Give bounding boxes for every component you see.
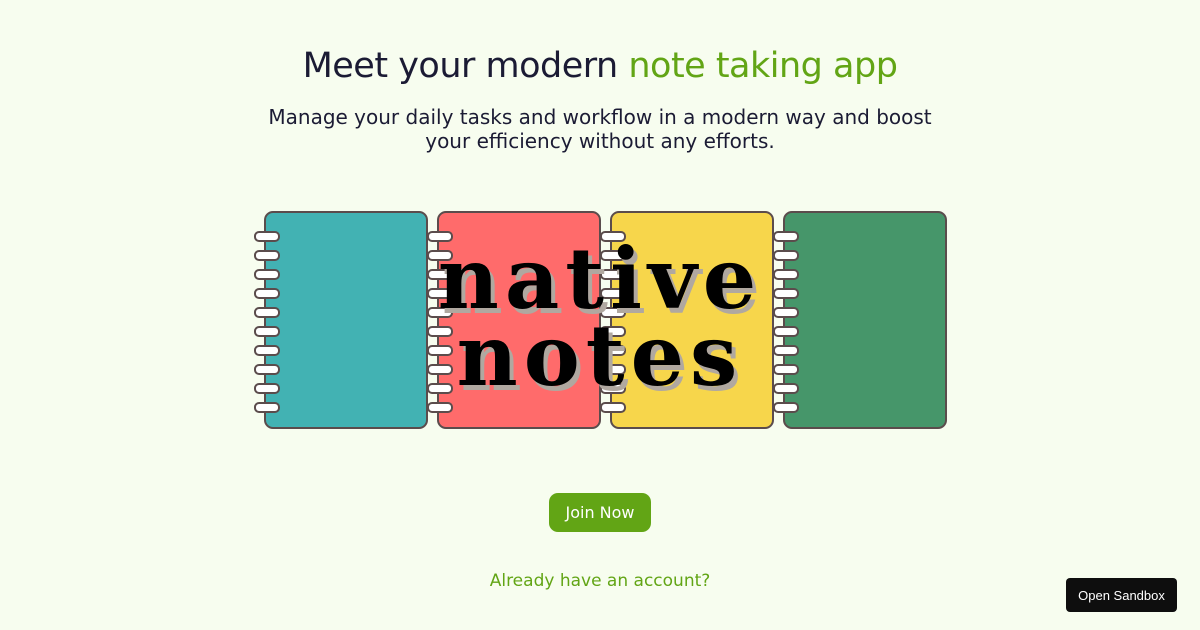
hero-title: Meet your modern note taking app [0, 46, 1200, 86]
hero-subtitle: Manage your daily tasks and workflow in … [268, 105, 932, 153]
login-link[interactable]: Already have an account? [0, 571, 1200, 591]
open-sandbox-button[interactable]: Open Sandbox [1066, 578, 1177, 612]
hero-title-accent: note taking app [628, 46, 898, 86]
logo-line-notes: notes [457, 306, 744, 405]
notebook-illustration: native notes native notes [0, 211, 1200, 429]
hero-title-prefix: Meet your modern [302, 46, 629, 86]
login-link-label: Already have an account? [489, 571, 711, 591]
native-notes-logo: native notes native notes [438, 229, 760, 410]
join-now-button[interactable]: Join Now [549, 493, 651, 532]
